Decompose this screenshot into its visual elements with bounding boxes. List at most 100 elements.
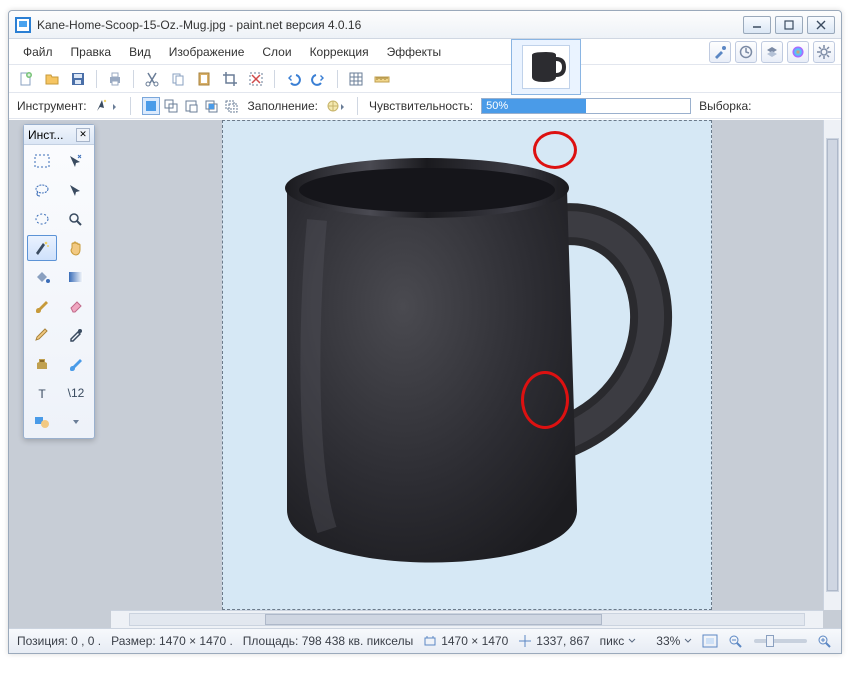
crop-button[interactable] bbox=[219, 68, 241, 90]
canvas[interactable] bbox=[222, 120, 712, 610]
canvas-viewport[interactable] bbox=[111, 120, 823, 610]
horizontal-scrollbar[interactable] bbox=[111, 610, 823, 628]
scroll-track[interactable] bbox=[129, 613, 805, 626]
toolbox-close-icon[interactable]: ✕ bbox=[76, 128, 90, 142]
menu-layers[interactable]: Слои bbox=[254, 42, 299, 62]
line-tool[interactable]: \12 bbox=[61, 380, 91, 406]
annotation-circle-bottom bbox=[521, 371, 569, 429]
vertical-scrollbar[interactable] bbox=[823, 120, 841, 610]
toolbox-window[interactable]: Инст... ✕ T \12 bbox=[23, 124, 95, 439]
canvas-size-icon bbox=[423, 634, 437, 648]
shapes-tool[interactable] bbox=[27, 409, 57, 435]
gradient-tool[interactable] bbox=[61, 264, 91, 290]
chevron-down-icon bbox=[684, 637, 692, 645]
cut-button[interactable] bbox=[141, 68, 163, 90]
paintbrush-tool[interactable] bbox=[27, 293, 57, 319]
scroll-thumb[interactable] bbox=[265, 614, 602, 625]
settings-button[interactable] bbox=[813, 41, 835, 63]
maximize-button[interactable] bbox=[775, 16, 803, 34]
separator bbox=[130, 97, 131, 115]
menu-view[interactable]: Вид bbox=[121, 42, 159, 62]
separator bbox=[274, 70, 275, 88]
fill-mode-button[interactable] bbox=[326, 99, 346, 113]
rectangle-select-tool[interactable] bbox=[27, 148, 57, 174]
menu-image[interactable]: Изображение bbox=[161, 42, 253, 62]
work-area: Инст... ✕ T \12 bbox=[9, 120, 841, 628]
selection-subtract[interactable] bbox=[182, 97, 200, 115]
open-button[interactable] bbox=[41, 68, 63, 90]
status-zoom[interactable]: 33% bbox=[656, 634, 692, 648]
move-pixels-tool[interactable] bbox=[61, 177, 91, 203]
selection-replace[interactable] bbox=[142, 97, 160, 115]
menu-adjustments[interactable]: Коррекция bbox=[302, 42, 377, 62]
recolor-tool[interactable] bbox=[61, 351, 91, 377]
paste-button[interactable] bbox=[193, 68, 215, 90]
selection-mode-group bbox=[142, 97, 240, 115]
save-button[interactable] bbox=[67, 68, 89, 90]
move-selection-tool[interactable] bbox=[61, 148, 91, 174]
copy-button[interactable] bbox=[167, 68, 189, 90]
tool-label: Инструмент: bbox=[17, 99, 87, 113]
zoom-slider-knob[interactable] bbox=[766, 635, 774, 647]
magic-wand-tool[interactable] bbox=[27, 235, 57, 261]
selection-add[interactable] bbox=[162, 97, 180, 115]
separator bbox=[337, 70, 338, 88]
fit-window-button[interactable] bbox=[702, 634, 718, 648]
ellipse-select-tool[interactable] bbox=[27, 206, 57, 232]
status-area: Площадь: 798 438 кв. пикселы bbox=[243, 634, 413, 648]
new-button[interactable] bbox=[15, 68, 37, 90]
status-canvas-size: 1470 × 1470 bbox=[423, 634, 508, 648]
colors-toggle-button[interactable] bbox=[787, 41, 809, 63]
toolbox-titlebar[interactable]: Инст... ✕ bbox=[24, 125, 94, 145]
paint-bucket-tool[interactable] bbox=[27, 264, 57, 290]
deselect-button[interactable] bbox=[245, 68, 267, 90]
clone-stamp-tool[interactable] bbox=[27, 351, 57, 377]
status-position: Позиция: 0 , 0 . bbox=[17, 634, 101, 648]
ruler-button[interactable] bbox=[371, 68, 393, 90]
shapes-dropdown[interactable] bbox=[61, 409, 91, 435]
main-toolbar bbox=[9, 65, 841, 93]
scroll-track[interactable] bbox=[826, 138, 839, 592]
fill-label: Заполнение: bbox=[248, 99, 318, 113]
menu-effects[interactable]: Эффекты bbox=[379, 42, 450, 62]
print-button[interactable] bbox=[104, 68, 126, 90]
status-size: Размер: 1470 × 1470 . bbox=[111, 634, 233, 648]
svg-text:T: T bbox=[38, 387, 46, 401]
color-picker-tool[interactable] bbox=[61, 322, 91, 348]
svg-text:\12: \12 bbox=[67, 386, 84, 400]
selection-intersect[interactable] bbox=[202, 97, 220, 115]
close-button[interactable] bbox=[807, 16, 835, 34]
menu-file[interactable]: Файл bbox=[15, 42, 61, 62]
tools-toggle-button[interactable] bbox=[709, 41, 731, 63]
toolbox-title: Инст... bbox=[28, 128, 63, 142]
zoom-tool[interactable] bbox=[61, 206, 91, 232]
sensitivity-label: Чувствительность: bbox=[369, 99, 473, 113]
text-tool[interactable]: T bbox=[27, 380, 57, 406]
zoom-slider[interactable] bbox=[754, 639, 807, 643]
grid-button[interactable] bbox=[345, 68, 367, 90]
eraser-tool[interactable] bbox=[61, 293, 91, 319]
lasso-select-tool[interactable] bbox=[27, 177, 57, 203]
zoom-out-button[interactable] bbox=[728, 634, 744, 648]
status-unit-selector[interactable]: пикс bbox=[600, 634, 637, 648]
scroll-thumb[interactable] bbox=[827, 139, 838, 591]
separator bbox=[133, 70, 134, 88]
pencil-tool[interactable] bbox=[27, 322, 57, 348]
status-bar: Позиция: 0 , 0 . Размер: 1470 × 1470 . П… bbox=[9, 628, 841, 653]
sensitivity-slider[interactable]: 50% bbox=[481, 98, 691, 114]
layers-toggle-button[interactable] bbox=[761, 41, 783, 63]
menu-edit[interactable]: Правка bbox=[63, 42, 120, 62]
redo-button[interactable] bbox=[308, 68, 330, 90]
sample-label: Выборка: bbox=[699, 99, 751, 113]
document-thumbnail[interactable] bbox=[511, 39, 581, 95]
tool-selector[interactable] bbox=[95, 98, 119, 114]
undo-button[interactable] bbox=[282, 68, 304, 90]
pan-tool[interactable] bbox=[61, 235, 91, 261]
zoom-in-button[interactable] bbox=[817, 634, 833, 648]
app-window: Kane-Home-Scoop-15-Oz.-Mug.jpg - paint.n… bbox=[8, 10, 842, 654]
tool-options-bar: Инструмент: Заполнение: Чувствительность… bbox=[9, 93, 841, 119]
selection-invert[interactable] bbox=[222, 97, 240, 115]
separator bbox=[96, 70, 97, 88]
minimize-button[interactable] bbox=[743, 16, 771, 34]
history-toggle-button[interactable] bbox=[735, 41, 757, 63]
